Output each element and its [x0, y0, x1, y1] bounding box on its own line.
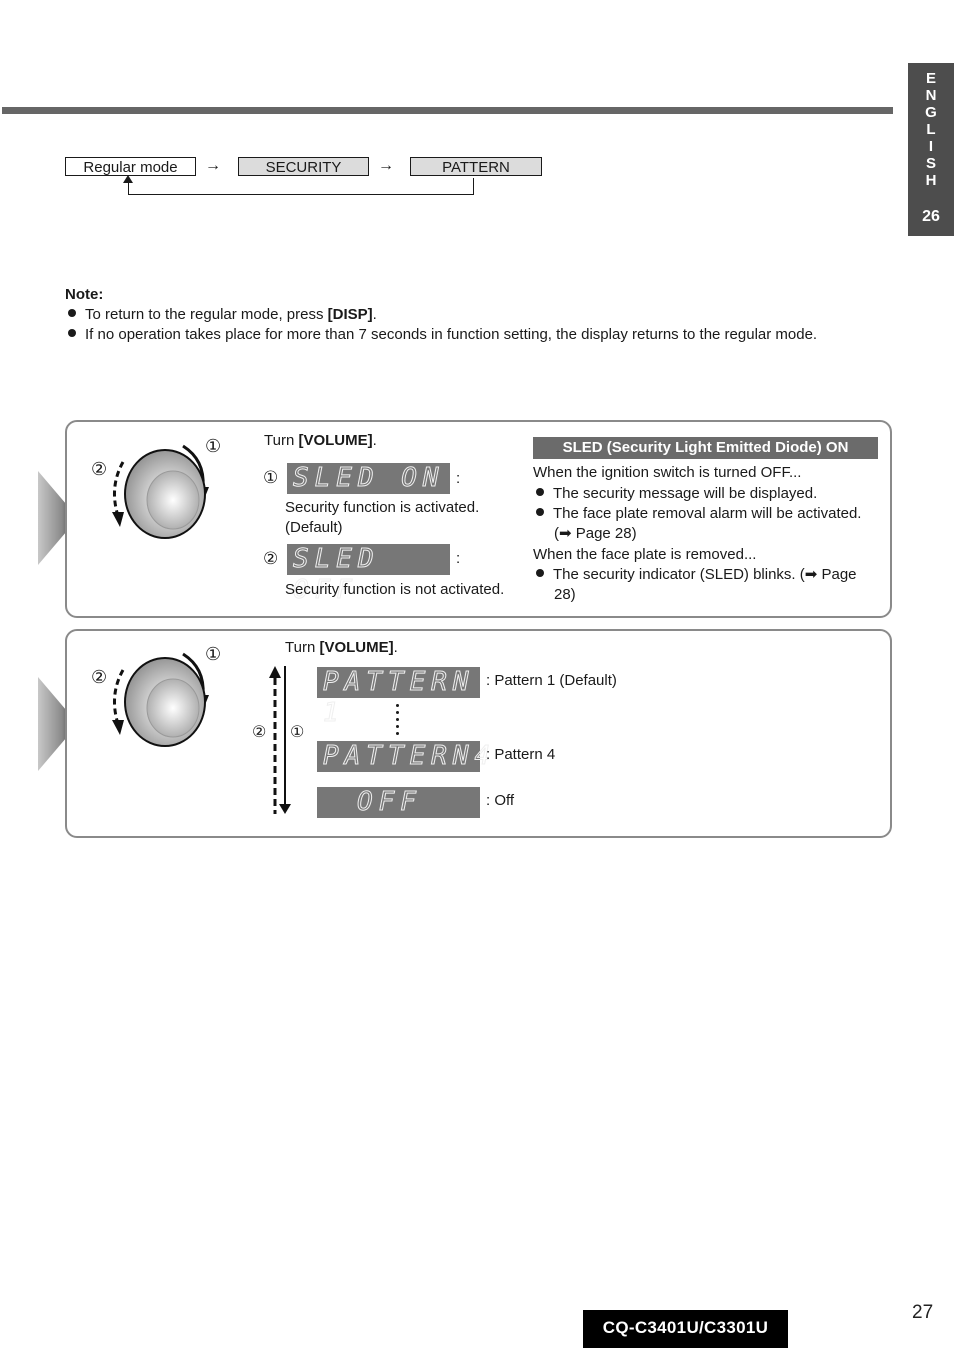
direction-1-label: ① [290, 724, 305, 741]
lcd-sled-on: SLED ON [287, 463, 450, 494]
bullet-icon [68, 309, 76, 317]
page-reference: 28) [554, 586, 576, 603]
step-2-label: ② [91, 459, 108, 479]
info-bullet: The security message will be displayed. [536, 484, 817, 504]
ellipsis-dots [396, 704, 399, 739]
option-1-desc: Security function is activated. [285, 499, 480, 516]
lcd-pattern-1: PATTERN 1 [317, 667, 480, 729]
note-item: To return to the regular mode, press [DI… [68, 306, 377, 323]
page-reference: (➡ Page 28) [554, 525, 637, 542]
arrow-up-icon [123, 175, 133, 183]
step-1-label: ① [205, 436, 222, 456]
section-page-number: 26 [922, 208, 940, 225]
direction-2-label: ② [252, 724, 267, 741]
lcd-sled-off: SLED OFF [287, 544, 450, 606]
off-desc: : Off [486, 792, 515, 809]
bullet-icon [536, 569, 544, 577]
bullet-icon [536, 508, 544, 516]
pattern-1-desc: : Pattern 1 (Default) [486, 672, 617, 689]
arrow-up-icon [269, 666, 281, 678]
option-1-default: (Default) [285, 519, 343, 536]
pattern-4-desc: : Pattern 4 [486, 746, 556, 763]
bullet-icon [536, 488, 544, 496]
info-line: When the face plate is removed... [533, 546, 757, 563]
option-2-number: ② [263, 549, 279, 568]
note-title: Note: [65, 286, 104, 303]
header-rule [2, 107, 893, 114]
option-2-desc: Security function is not activated. [285, 581, 505, 598]
info-bullet: The face plate removal alarm will be act… [536, 504, 861, 524]
step-1-label: ① [205, 644, 222, 664]
colon: : [456, 470, 461, 487]
flow-box-regular-mode: Regular mode [65, 157, 196, 176]
colon: : [456, 550, 461, 567]
lcd-pattern-4: PATTERN4 [317, 741, 491, 772]
note-item: If no operation takes place for more tha… [68, 326, 817, 343]
sled-info-header: SLED (Security Light Emitted Diode) ON [533, 437, 878, 459]
model-badge: CQ-C3401U/C3301U [583, 1310, 788, 1348]
step-2-label: ② [91, 667, 108, 687]
arrow-right-icon: → [205, 157, 221, 174]
flow-box-pattern: PATTERN [410, 157, 542, 176]
language-tab: E N G L I S H 26 [908, 63, 954, 236]
option-1-number: ① [263, 468, 279, 487]
info-bullet: The security indicator (SLED) blinks. (➡… [536, 565, 857, 585]
arrow-down-icon [279, 804, 291, 814]
flow-box-security: SECURITY [238, 157, 369, 176]
return-loop-line [128, 178, 474, 195]
security-instruction: Turn [VOLUME]. [264, 432, 377, 449]
info-line: When the ignition switch is turned OFF..… [533, 464, 802, 481]
page-number: 27 [912, 1302, 934, 1323]
language-label: E N G L I S H [925, 70, 937, 189]
arrow-right-icon: → [378, 157, 394, 174]
lcd-off: OFF [317, 787, 480, 818]
pattern-instruction: Turn [VOLUME]. [285, 639, 398, 656]
bullet-icon [68, 329, 76, 337]
